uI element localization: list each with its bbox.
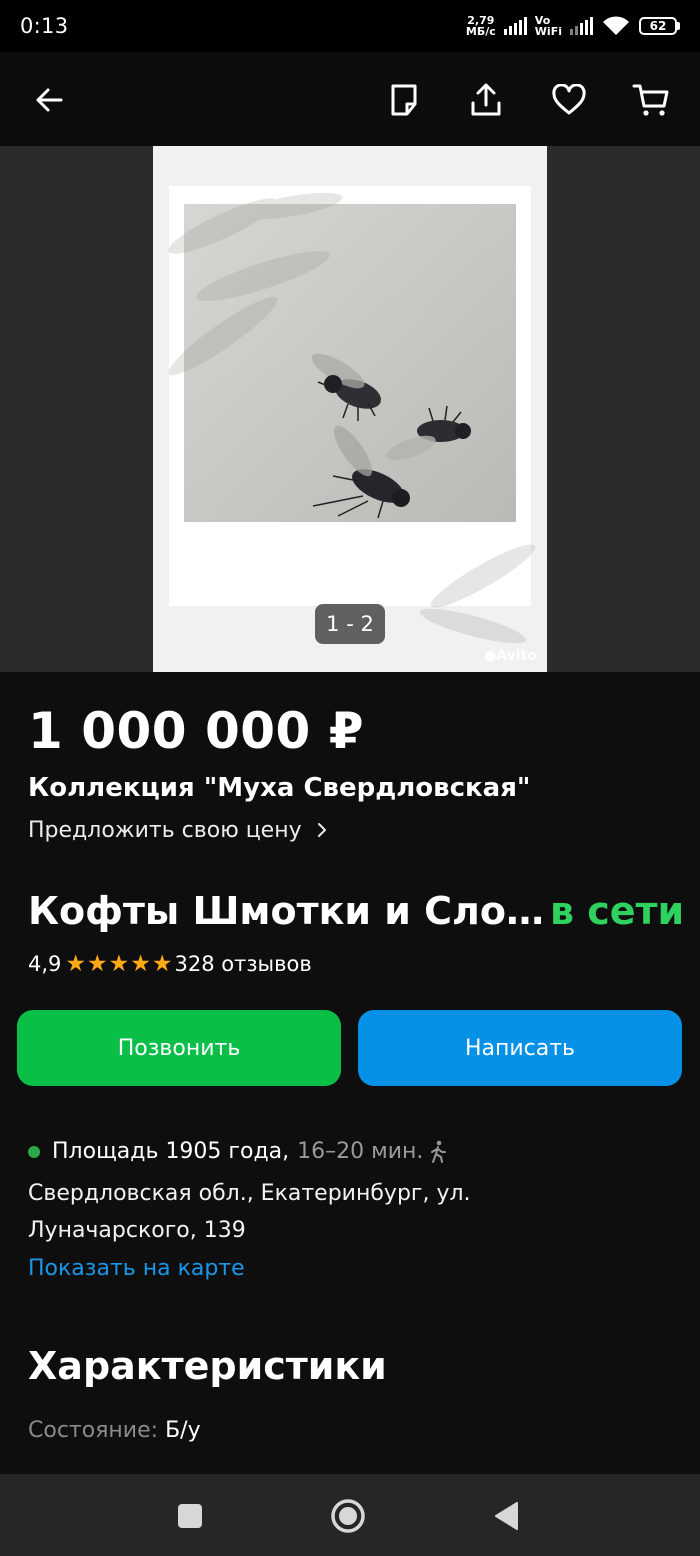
listing-price: 1 000 000 ₽ (28, 702, 365, 760)
status-time: 0:13 (20, 14, 69, 38)
rating-value: 4,9 (28, 952, 62, 976)
chevron-right-icon (317, 823, 326, 837)
cart-button[interactable] (628, 77, 674, 123)
seller-name[interactable]: Кофты Шмотки и Сло… (28, 889, 544, 933)
battery-level: 62 (649, 19, 667, 33)
listing-photo[interactable] (153, 146, 547, 672)
star-icon: ★ (151, 950, 173, 977)
online-status: в сети (549, 889, 685, 933)
system-navigation-bar (0, 1474, 700, 1556)
heart-icon (552, 84, 586, 115)
back-nav-button[interactable] (486, 1496, 526, 1536)
signal-2-icon (570, 17, 593, 35)
offer-price-label: Предложить свою цену (28, 818, 302, 843)
note-button[interactable] (381, 77, 427, 123)
characteristic-value: Б/у (165, 1418, 201, 1443)
characteristic-label: Состояние: (28, 1418, 159, 1443)
reviews-count[interactable]: 328 отзывов (175, 952, 312, 976)
back-button[interactable] (26, 77, 72, 123)
note-icon (391, 84, 417, 116)
listing-title: Коллекция "Муха Свердловская" (28, 773, 531, 803)
characteristic-row: Состояние: Б/у (28, 1418, 201, 1443)
network-speed: 2,79 МБ/с (466, 15, 496, 37)
vowifi-bottom: WiFi (534, 25, 562, 38)
toolbar (0, 52, 700, 146)
vowifi-label: Vo WiFi (535, 15, 562, 37)
network-speed-unit: МБ/с (465, 25, 496, 38)
recents-button[interactable] (170, 1496, 210, 1536)
cart-icon (632, 84, 669, 116)
listing-photo-image (153, 146, 547, 672)
address: Свердловская обл., Екатеринбург, ул. Лун… (28, 1181, 471, 1243)
favorite-button[interactable] (546, 77, 592, 123)
home-circle-icon (331, 1499, 365, 1533)
square-icon (178, 1504, 202, 1528)
rating-stars: ★ ★ ★ ★ ★ (65, 950, 173, 977)
battery-icon: 62 (639, 17, 680, 35)
share-icon (471, 83, 501, 116)
metro-line-dot (28, 1145, 40, 1158)
show-on-map-link[interactable]: Показать на карте (28, 1256, 245, 1281)
offer-price-link[interactable]: Предложить свою цену (28, 818, 329, 843)
walking-icon (431, 1140, 447, 1163)
call-button[interactable]: Позвонить (17, 1010, 341, 1086)
star-icon: ★ (65, 950, 87, 977)
seller-rating[interactable]: 4,9 ★ ★ ★ ★ ★ 328 отзывов (28, 952, 312, 976)
star-icon: ★ (130, 950, 151, 977)
signal-icon (503, 17, 527, 35)
photo-counter: 1 - 2 (315, 604, 385, 644)
back-arrow-icon (36, 88, 63, 112)
home-button[interactable] (328, 1496, 368, 1536)
status-indicators: 2,79 МБ/с Vo WiFi 62 (466, 15, 680, 37)
seller-header: Кофты Шмотки и Сло… в сети (28, 889, 684, 933)
share-button[interactable] (463, 77, 509, 123)
triangle-back-icon (495, 1502, 518, 1530)
star-icon: ★ (108, 950, 130, 977)
avito-watermark: ●Avito (484, 648, 537, 664)
star-icon: ★ (87, 950, 108, 977)
photo-gallery[interactable]: 1 - 2 ●Avito (0, 146, 700, 672)
metro-name: Площадь 1905 года, (52, 1139, 290, 1164)
avito-watermark-text: Avito (496, 648, 537, 664)
avito-logo-icon: ● (484, 648, 497, 664)
write-button[interactable]: Написать (358, 1010, 682, 1086)
metro-station: Площадь 1905 года, 16–20 мин. (28, 1139, 447, 1164)
status-bar: 0:13 2,79 МБ/с Vo WiFi 62 (0, 0, 700, 52)
characteristics-title: Характеристики (28, 1344, 387, 1388)
metro-walk-time: 16–20 мин. (297, 1139, 424, 1164)
wifi-icon (603, 16, 629, 35)
